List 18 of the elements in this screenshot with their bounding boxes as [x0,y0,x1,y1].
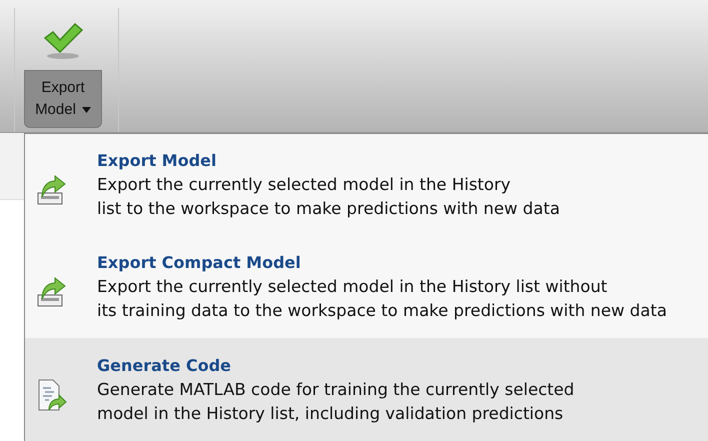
menu-item[interactable]: Generate Code Generate MATLAB code for training the currently selected model in the History list, including validation predictions [25,338,708,441]
menu-item[interactable]: Export Compact Model Export the currently selected model in the History list without its training data to the workspace to make predictions with new data [25,236,708,338]
menu-item-title: Export Compact Model [97,252,302,274]
menu-item-description: Generate MATLAB code for training the currently selected [97,379,574,401]
menu-item-title: Generate Code [97,355,232,377]
export-model-button[interactable]: Export Model [22,6,104,132]
code-file-icon [37,378,67,412]
menu-item-description: list to the workspace to make predictions with new data [97,198,560,220]
menu-item-description: its training data to the workspace to make predictions with new data [97,300,667,322]
menu-item[interactable]: Export Model Export the currently selected model in the History list to the workspace to make predictions with new data [25,134,708,236]
caret-icon [82,107,91,114]
export-icon [37,173,67,207]
menu-item-description: Export the currently selected model in the History list without [97,276,608,298]
menu-item-title: Export Model [97,150,218,172]
menu-item-description: Export the currently selected model in the History [97,174,512,196]
export-icon [37,275,67,309]
checkmark-icon [41,20,85,60]
menu-item-description: model in the History list, including validation predictions [97,403,564,425]
